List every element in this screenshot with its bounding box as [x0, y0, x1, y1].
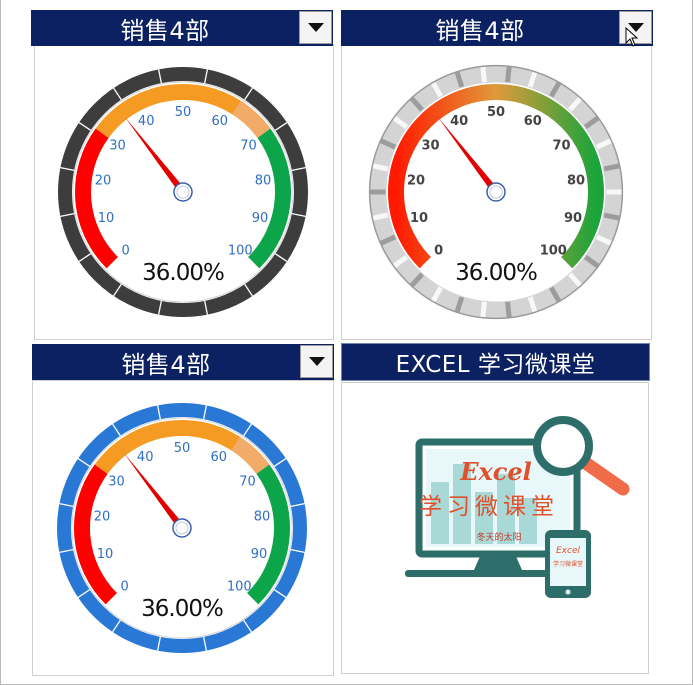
gauge-bezel-stripe: [504, 300, 512, 318]
panel-3-dropdown-button[interactable]: [300, 345, 333, 378]
logo-line-2: 学习微课堂: [419, 494, 559, 520]
gauge-tick-label: 70: [240, 138, 257, 153]
panel-1-dropdown-button[interactable]: [299, 11, 332, 44]
gauge-tick-label: 100: [228, 243, 253, 258]
gauge-value-label: 36.00%: [455, 260, 537, 286]
gauge-tick-label: 90: [251, 547, 268, 562]
mouse-cursor-icon: [625, 27, 639, 47]
gauge-needle-hub-inner: [175, 521, 189, 535]
gauge-tick-label: 0: [122, 243, 130, 258]
gauge-tick-label: 30: [108, 474, 125, 489]
gauge-tick-label: 40: [137, 450, 154, 465]
gauge-tick-label: 80: [255, 173, 272, 188]
magnifier-handle: [580, 457, 630, 496]
gauge-needle-hub-inner: [489, 185, 503, 199]
chevron-down-icon: [307, 22, 324, 32]
panel-3-header: 销售4部: [32, 344, 334, 380]
gauge-bezel-stripe: [480, 66, 488, 84]
chevron-down-icon: [308, 356, 325, 366]
gauge-tick-label: 20: [94, 509, 111, 524]
excel-course-logo: Excel 学习微课堂 冬天的太阳 Excel 学习微课堂: [405, 416, 630, 598]
gauge-tick-label: 50: [175, 105, 192, 120]
gauge-tick-label: 80: [254, 509, 271, 524]
panel-1-header: 销售4部: [31, 10, 333, 46]
gauge-tick-label: 10: [410, 211, 428, 226]
gauge-tick-label: 20: [95, 173, 112, 188]
gauge-bezel-stripe: [480, 300, 488, 318]
gauge-tick-label: 10: [97, 547, 114, 562]
logo-line-3: 冬天的太阳: [476, 531, 521, 543]
gauge-value-label: 36.00%: [142, 260, 224, 286]
panel-3-title: 销售4部: [121, 350, 211, 379]
panel-1-title: 销售4部: [120, 16, 210, 45]
gauge-tick-label: 50: [487, 105, 505, 120]
panel-4-title: EXCEL 学习微课堂: [395, 352, 596, 378]
gauge-tick-label: 90: [564, 211, 582, 226]
gauge-bezel-stripe: [371, 212, 390, 221]
monitor-stand: [474, 554, 522, 570]
phone-logo-line-1: Excel: [556, 546, 580, 556]
gauge-chart-3: 0 10 20 30 40 50 60 70 80 90 100 36.00%: [57, 403, 307, 653]
gauge-value-label: 36.00%: [141, 596, 223, 622]
gauge-tick-label: 60: [524, 114, 542, 129]
gauge-tick-label: 100: [227, 579, 252, 594]
panel-4-header: EXCEL 学习微课堂: [341, 343, 650, 381]
gauge-bezel-stripe: [602, 163, 621, 172]
gauge-tick-label: 70: [239, 474, 256, 489]
gauge-chart-2: 0 10 20 30 40 50 60 70 80 90 10036.00%: [368, 64, 624, 320]
gauge-tick-label: 30: [109, 138, 126, 153]
gauge-tick-label: 10: [98, 211, 115, 226]
gauge-tick-label: 30: [421, 138, 439, 153]
gauge-bezel-stripe: [504, 66, 512, 84]
gauge-tick-label: 40: [138, 114, 155, 129]
gauge-needle-hub-inner: [176, 185, 190, 199]
gauge-tick-label: 70: [552, 138, 570, 153]
gauge-tick-label: 50: [174, 441, 191, 456]
phone-logo-line-2: 学习微课堂: [553, 560, 583, 568]
magnifier-icon: [533, 416, 593, 476]
gauge-tick-label: 100: [540, 243, 567, 258]
panel-2-title: 销售4部: [435, 16, 525, 45]
gauge-bezel-stripe: [371, 163, 390, 172]
gauge-tick-label: 60: [212, 114, 229, 129]
gauge-chart-1: 0 10 20 30 40 50 60 70 80 90 100 36.00%: [58, 67, 308, 317]
gauge-tick-label: 20: [407, 173, 425, 188]
gauge-tick-label: 0: [121, 579, 129, 594]
gauge-tick-label: 90: [252, 211, 269, 226]
panel-2-header: 销售4部: [341, 10, 653, 46]
gauge-tick-label: 80: [567, 173, 585, 188]
gauge-tick-label: 0: [434, 243, 443, 258]
gauge-bezel-stripe: [602, 212, 621, 221]
gauge-tick-label: 40: [450, 114, 468, 129]
gauge-tick-label: 60: [211, 450, 228, 465]
logo-line-1: Excel: [459, 457, 532, 486]
frame-left-edge: [0, 0, 1, 685]
